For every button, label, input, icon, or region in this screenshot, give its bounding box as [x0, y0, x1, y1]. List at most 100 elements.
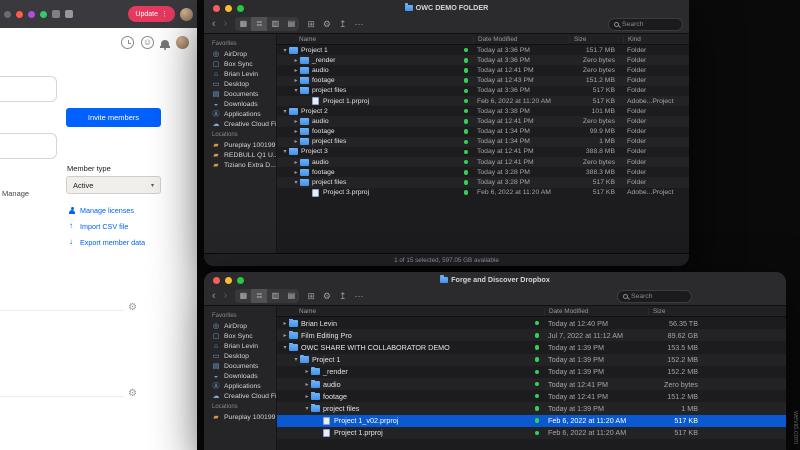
- table-row[interactable]: OWC SHARE WITH COLLABORATOR DEMO Today a…: [277, 341, 786, 353]
- table-row[interactable]: project files Today at 3:36 PM 517 KB Fo…: [277, 86, 689, 96]
- table-row[interactable]: footage Today at 1:34 PM 99.9 MB Folder: [277, 127, 689, 137]
- gear-menu-button[interactable]: ⚙: [323, 17, 331, 31]
- sidebar-item[interactable]: Box Sync: [204, 59, 276, 69]
- disclosure-triangle-icon[interactable]: [292, 356, 300, 363]
- forward-button[interactable]: ›: [224, 289, 228, 303]
- member-type-dropdown[interactable]: Active ▾: [66, 176, 161, 194]
- disclosure-triangle-icon[interactable]: [303, 368, 311, 375]
- disclosure-triangle-icon[interactable]: [292, 169, 300, 176]
- notifications-bell-icon[interactable]: [160, 39, 170, 50]
- gear-icon[interactable]: ⚙: [128, 302, 137, 313]
- gear-menu-button[interactable]: ⚙: [323, 289, 331, 303]
- sidebar-item[interactable]: Downloads: [204, 371, 276, 381]
- table-row[interactable]: Project 2 Today at 3:38 PM 101 MB Folder: [277, 106, 689, 116]
- sidebar-item[interactable]: Documents: [204, 361, 276, 371]
- disclosure-triangle-icon[interactable]: [292, 77, 300, 84]
- sidebar-item[interactable]: Tiziano Extra D...: [204, 160, 276, 170]
- table-row[interactable]: Project 1_v02.prproj Feb 6, 2022 at 11:2…: [277, 414, 786, 427]
- column-view-button[interactable]: ▥: [267, 289, 283, 303]
- table-row[interactable]: footage Today at 12:41 PM 151.2 MB: [277, 390, 786, 402]
- column-header-size[interactable]: Size: [569, 35, 623, 43]
- sidebar-item[interactable]: Brian Levin: [204, 69, 276, 79]
- table-row[interactable]: Film Editing Pro Jul 7, 2022 at 11:12 AM…: [277, 329, 786, 342]
- column-header-size[interactable]: Size: [648, 307, 706, 315]
- search-field[interactable]: [617, 289, 692, 303]
- browser-chrome-icon[interactable]: [16, 10, 23, 18]
- gallery-view-button[interactable]: ▤: [283, 289, 299, 303]
- search-field[interactable]: [608, 17, 683, 31]
- sidebar-item[interactable]: Pureplay 100199: [204, 140, 276, 150]
- column-header-date[interactable]: Date Modified: [544, 307, 648, 315]
- disclosure-triangle-icon[interactable]: [292, 159, 300, 166]
- browser-chrome-icon[interactable]: [65, 10, 73, 18]
- list-view-button[interactable]: ≣: [251, 289, 268, 303]
- browser-chrome-icon[interactable]: [4, 10, 11, 18]
- sidebar-item[interactable]: Box Sync: [204, 331, 276, 341]
- browser-chrome-icon[interactable]: [28, 10, 35, 18]
- history-clock-icon[interactable]: [121, 35, 134, 49]
- table-row[interactable]: project files Today at 1:39 PM 1 MB: [277, 402, 786, 415]
- table-row[interactable]: footage Today at 12:43 PM 151.2 MB Folde…: [277, 75, 689, 86]
- sidebar-item[interactable]: REDBULL Q1 U...: [204, 150, 276, 160]
- gallery-view-button[interactable]: ▤: [283, 17, 299, 31]
- disclosure-triangle-icon[interactable]: [303, 381, 311, 388]
- table-row[interactable]: audio Today at 12:41 PM Zero bytes Folde…: [277, 65, 689, 75]
- admin-action-link[interactable]: Export member data: [68, 237, 145, 248]
- sidebar-item[interactable]: Downloads: [204, 99, 276, 109]
- disclosure-triangle-icon[interactable]: [281, 344, 289, 351]
- disclosure-triangle-icon[interactable]: [303, 405, 311, 412]
- sidebar-item[interactable]: Desktop: [204, 351, 276, 361]
- column-view-button[interactable]: ▥: [267, 17, 283, 31]
- share-button[interactable]: ↥: [339, 17, 347, 31]
- table-row[interactable]: project files Today at 1:34 PM 1 MB Fold…: [277, 136, 689, 147]
- invite-members-button[interactable]: Invite members: [66, 108, 161, 127]
- sidebar-item[interactable]: AirDrop: [204, 49, 276, 59]
- table-row[interactable]: audio Today at 12:41 PM Zero bytes Folde…: [277, 157, 689, 168]
- table-row[interactable]: audio Today at 12:41 PM Zero bytes: [277, 377, 786, 391]
- table-row[interactable]: project files Today at 3:28 PM 517 KB Fo…: [277, 177, 689, 188]
- disclosure-triangle-icon[interactable]: [281, 320, 289, 327]
- table-row[interactable]: audio Today at 12:41 PM Zero bytes Folde…: [277, 116, 689, 127]
- disclosure-triangle-icon[interactable]: [281, 148, 289, 155]
- disclosure-triangle-icon[interactable]: [292, 57, 300, 64]
- sidebar-item[interactable]: Creative Cloud Files: [204, 119, 276, 129]
- admin-action-link[interactable]: Manage licenses: [68, 206, 145, 215]
- browser-update-button[interactable]: Update ⋮: [128, 6, 175, 22]
- disclosure-triangle-icon[interactable]: [292, 128, 300, 135]
- finder-titlebar[interactable]: OWC DEMO FOLDER ‹ › ▦ ≣ ▥ ▤ ⊞ ⚙ ↥ ⋯: [204, 0, 689, 34]
- table-row[interactable]: _render Today at 3:36 PM Zero bytes Fold…: [277, 55, 689, 66]
- list-view-button[interactable]: ≣: [251, 17, 268, 31]
- sidebar-item[interactable]: Applications: [204, 381, 276, 391]
- table-row[interactable]: Brian Levin Today at 12:40 PM 56.35 TB: [277, 317, 786, 329]
- forward-button[interactable]: ›: [224, 17, 228, 31]
- browser-chrome-icon[interactable]: [52, 10, 60, 18]
- group-menu-button[interactable]: ⊞: [307, 289, 315, 303]
- disclosure-triangle-icon[interactable]: [292, 179, 300, 186]
- browser-chrome-icon[interactable]: [40, 10, 47, 18]
- sidebar-item[interactable]: Creative Cloud Files: [204, 391, 276, 401]
- column-header-name[interactable]: Name: [277, 36, 459, 43]
- disclosure-triangle-icon[interactable]: [292, 67, 300, 74]
- table-row[interactable]: _render Today at 1:39 PM 152.2 MB: [277, 366, 786, 378]
- disclosure-triangle-icon[interactable]: [281, 108, 289, 115]
- browser-profile-avatar[interactable]: [180, 7, 193, 21]
- disclosure-triangle-icon[interactable]: [303, 393, 311, 400]
- column-header-date[interactable]: Date Modified: [473, 35, 569, 43]
- share-button[interactable]: ↥: [339, 289, 347, 303]
- disclosure-triangle-icon[interactable]: [292, 118, 300, 125]
- filter-field[interactable]: [0, 76, 57, 102]
- profile-smiley-icon[interactable]: ☺: [141, 35, 154, 49]
- disclosure-triangle-icon[interactable]: [281, 332, 289, 339]
- table-row[interactable]: Project 1.prproj Feb 6, 2022 at 11:20 AM…: [277, 95, 689, 107]
- group-menu-button[interactable]: ⊞: [307, 17, 315, 31]
- account-avatar[interactable]: [176, 35, 189, 49]
- table-row[interactable]: Project 1 Today at 1:39 PM 152.2 MB: [277, 353, 786, 366]
- back-button[interactable]: ‹: [212, 17, 216, 31]
- sidebar-item[interactable]: Applications: [204, 109, 276, 119]
- disclosure-triangle-icon[interactable]: [292, 138, 300, 145]
- sidebar-item[interactable]: Pureplay 100199: [204, 412, 276, 422]
- search-members-field[interactable]: [0, 133, 57, 159]
- table-row[interactable]: Project 3.prproj Feb 6, 2022 at 11:20 AM…: [277, 188, 689, 198]
- column-header-kind[interactable]: Kind: [623, 35, 689, 43]
- column-header-name[interactable]: Name: [277, 308, 530, 315]
